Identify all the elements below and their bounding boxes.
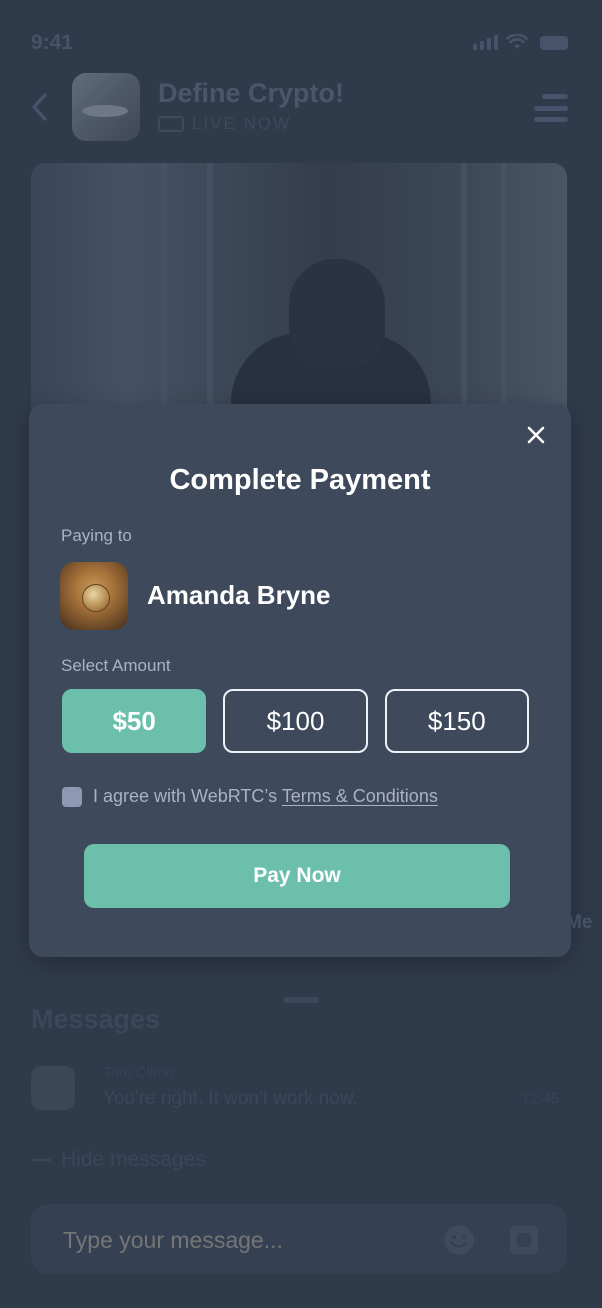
- terms-link[interactable]: Terms & Conditions: [282, 786, 438, 806]
- modal-title: Complete Payment: [169, 464, 431, 496]
- recipient-avatar: [60, 562, 128, 630]
- minus-icon: [31, 1159, 51, 1161]
- amount-option-100[interactable]: $100: [223, 689, 368, 753]
- terms-text: I agree with WebRTC’s: [93, 786, 282, 806]
- messages-title: Messages: [31, 1004, 161, 1034]
- live-indicator: LIVE NOW: [158, 114, 291, 134]
- menu-icon[interactable]: [534, 94, 568, 122]
- signal-icon: [473, 34, 498, 50]
- status-icons: [473, 34, 568, 50]
- message-text: You're right. It won't work now.: [103, 1088, 358, 1109]
- image-icon[interactable]: [509, 1225, 539, 1255]
- hide-messages-button[interactable]: Hide messages: [31, 1148, 206, 1172]
- live-label: LIVE NOW: [192, 114, 292, 133]
- terms-agreement: I agree with WebRTC’s Terms & Conditions: [62, 786, 438, 807]
- wifi-icon: [506, 34, 528, 49]
- payment-modal: Complete Payment Paying to Amanda Bryne …: [29, 404, 571, 957]
- video-camera-icon: [158, 116, 184, 132]
- room-header: Define Crypto! LIVE NOW: [0, 70, 602, 146]
- list-item: Tom Climn You're right. It won't work no…: [31, 1064, 567, 1114]
- paying-to-label: Paying to: [61, 526, 132, 545]
- room-title: Define Crypto!: [158, 78, 345, 108]
- hide-messages-label: Hide messages: [61, 1148, 206, 1171]
- recipient-name: Amanda Bryne: [147, 580, 331, 610]
- close-icon[interactable]: [525, 424, 547, 446]
- message-sender: Tom Climn: [103, 1064, 174, 1081]
- status-time: 9:41: [31, 31, 74, 54]
- message-input[interactable]: [61, 1226, 425, 1255]
- pay-now-button[interactable]: Pay Now: [84, 844, 510, 908]
- terms-checkbox[interactable]: [62, 786, 82, 807]
- message-time: 12:45: [521, 1090, 559, 1107]
- amount-option-50[interactable]: $50: [62, 689, 207, 753]
- sheet-handle[interactable]: [283, 997, 319, 1003]
- amount-options: $50 $100 $150: [62, 689, 529, 753]
- avatar: [31, 1066, 75, 1110]
- select-amount-label: Select Amount: [61, 656, 171, 675]
- room-thumbnail: [72, 73, 140, 141]
- back-icon[interactable]: [28, 92, 52, 122]
- battery-icon: [540, 36, 568, 50]
- app-screen: 9:41 Define Crypto! LIVE NOW Me Messages…: [0, 0, 602, 1308]
- emoji-icon[interactable]: [443, 1224, 475, 1256]
- message-composer: [31, 1204, 567, 1274]
- amount-option-150[interactable]: $150: [384, 689, 529, 753]
